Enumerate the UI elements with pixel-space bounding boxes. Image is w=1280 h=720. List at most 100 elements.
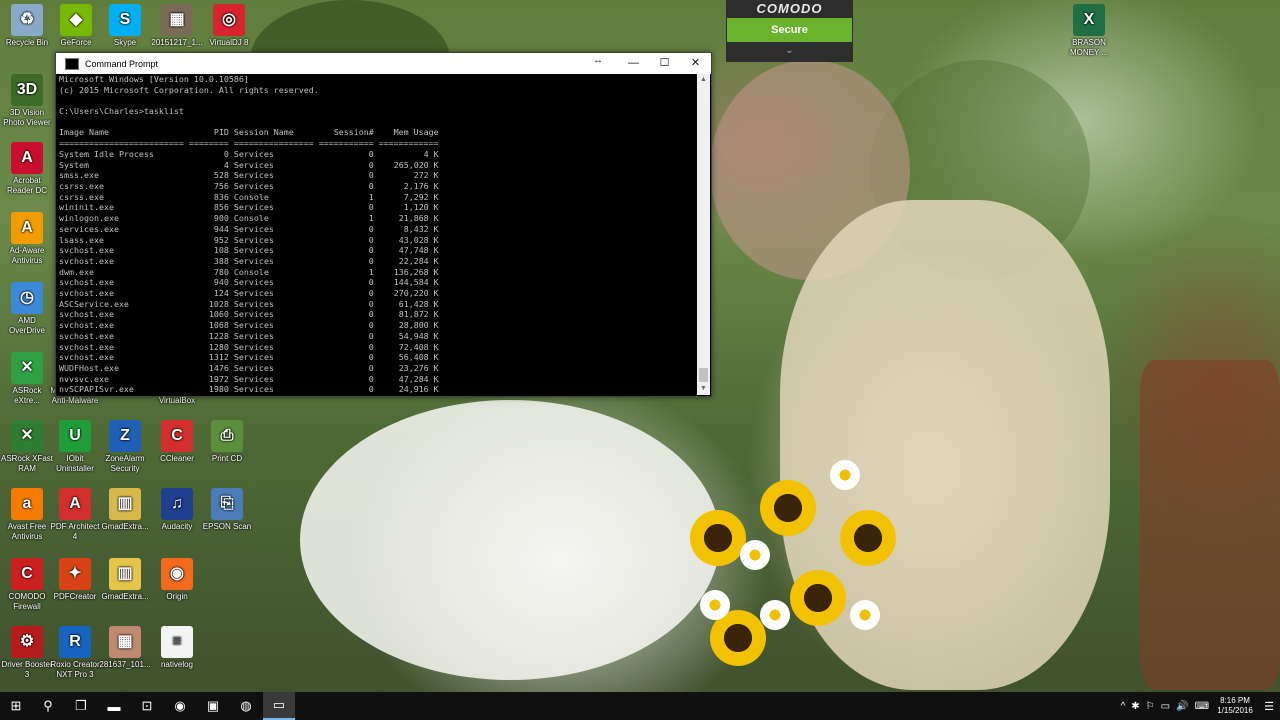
desktop-icon[interactable]: ◉ Origin xyxy=(150,558,204,602)
tray-icon[interactable]: ✱ xyxy=(1131,701,1139,712)
chevron-down-icon[interactable]: ⌄ xyxy=(726,42,853,60)
process-row: dwm.exe 780 Console 1 136,268 K xyxy=(59,267,696,278)
desktop-icon[interactable]: ⚙ Driver Booster 3 xyxy=(0,626,54,680)
desktop-icon[interactable]: A Ad-Aware Antivirus xyxy=(0,212,54,266)
steam-button[interactable]: ◍ xyxy=(230,692,262,720)
desktop-icon[interactable]: A PDF Architect 4 xyxy=(48,488,102,542)
process-pid: 124 xyxy=(183,288,229,299)
comodo-widget[interactable]: COMODO Secure ⌄ xyxy=(726,0,853,62)
process-session-name: Services xyxy=(228,234,319,245)
process-session-number: 0 xyxy=(318,159,374,170)
desktop-icon[interactable]: ▦ 281637_101... xyxy=(98,626,152,670)
tray-icon[interactable]: ⚐ xyxy=(1146,701,1155,712)
command-prompt-window[interactable]: Command Prompt ↔ — ☐ ✕ Microsoft Windows… xyxy=(55,52,712,397)
file-explorer-button[interactable]: ▬ xyxy=(98,692,130,720)
window-titlebar[interactable]: Command Prompt ↔ — ☐ ✕ xyxy=(56,53,711,74)
desktop-icon[interactable]: ✕ ASRock XFast RAM xyxy=(0,420,54,474)
origin-icon: ◉ xyxy=(161,558,193,590)
process-row: nvSCPAPISvr.exe 1980 Services 0 24,916 K xyxy=(59,384,696,395)
tray-icon[interactable]: ^ xyxy=(1121,701,1126,712)
process-session-number: 1 xyxy=(318,191,374,202)
process-session-name: Console xyxy=(228,191,319,202)
tray-icon[interactable]: ▭ xyxy=(1161,701,1170,712)
search-button[interactable]: ⚲ xyxy=(32,692,64,720)
process-name: smss.exe xyxy=(59,170,184,181)
minimize-button[interactable]: — xyxy=(618,53,649,74)
task-view-button[interactable]: ❐ xyxy=(65,692,97,720)
desktop-icon-label: CCleaner xyxy=(160,454,194,463)
vertical-scrollbar[interactable]: ▲ ▼ xyxy=(697,74,710,395)
desktop-icon[interactable]: 3D 3D Vision Photo Viewer xyxy=(0,74,54,128)
desktop-icon[interactable]: X BRASON MONEY ... xyxy=(1062,4,1116,58)
desktop-icon-label: COMODO Firewall xyxy=(8,592,46,611)
desktop-icon-label: IObit Uninstaller xyxy=(56,454,94,473)
desktop-icon[interactable]: C COMODO Firewall xyxy=(0,558,54,612)
desktop-icon[interactable]: ⎙ Print CD xyxy=(200,420,254,464)
process-pid: 940 xyxy=(183,277,229,288)
process-session-number: 0 xyxy=(318,288,374,299)
desktop-icon[interactable]: U IObit Uninstaller xyxy=(48,420,102,474)
desktop-icon[interactable]: R Roxio Creator NXT Pro 3 xyxy=(48,626,102,680)
desktop-icon[interactable]: C CCleaner xyxy=(150,420,204,464)
desktop-icon[interactable]: ♫ Audacity xyxy=(150,488,204,532)
scrollbar-thumb[interactable] xyxy=(699,368,708,382)
process-pid: 756 xyxy=(183,181,229,191)
app-button[interactable]: ▣ xyxy=(197,692,229,720)
process-row: svchost.exe 388 Services 0 22,284 K xyxy=(59,256,696,267)
process-name: nvvsvc.exe xyxy=(59,373,184,384)
desktop-icon[interactable]: Z ZoneAlarm Security xyxy=(98,420,152,474)
desktop-icon[interactable]: ♻ Recycle Bin xyxy=(0,4,54,48)
chrome-button[interactable]: ◉ xyxy=(164,692,196,720)
scroll-up-icon[interactable]: ▲ xyxy=(697,74,710,86)
desktop-icon[interactable]: ◆ GeForce xyxy=(49,4,103,48)
process-session-number: 1 xyxy=(318,266,374,277)
desktop-icon[interactable]: ✦ PDFCreator xyxy=(48,558,102,602)
process-row: csrss.exe 756 Services 0 2,176 K xyxy=(59,181,696,192)
desktop-icon[interactable]: ◷ AMD OverDrive xyxy=(0,282,54,336)
process-pid: 780 xyxy=(183,266,229,277)
zonealarm-icon: Z xyxy=(109,420,141,452)
process-name: wininit.exe xyxy=(59,202,184,213)
desktop-icon[interactable]: ◎ VirtualDJ 8 xyxy=(202,4,256,48)
close-button[interactable]: ✕ xyxy=(680,53,711,74)
clock[interactable]: 8:16 PM 1/15/2016 xyxy=(1212,696,1258,716)
process-name: lsass.exe xyxy=(59,234,184,245)
process-name: svchost.exe xyxy=(59,309,184,320)
process-name: svchost.exe xyxy=(59,352,184,363)
console-output[interactable]: Microsoft Windows [Version 10.0.10586] (c… xyxy=(59,74,696,395)
window-title: Command Prompt xyxy=(85,58,159,69)
process-mem-usage: 56,408 K xyxy=(373,352,439,363)
desktop-icon[interactable]: ≡ nativelog xyxy=(150,626,204,670)
desktop-icon[interactable]: ▥ GmadExtra... xyxy=(98,488,152,532)
process-mem-usage: 270,220 K xyxy=(373,288,439,299)
desktop-icon-label: nativelog xyxy=(160,660,194,669)
desktop-icon-label: 20151217_1... xyxy=(151,38,203,47)
desktop-icon[interactable]: a Avast Free Antivirus xyxy=(0,488,54,542)
desktop-icon[interactable]: S Skype xyxy=(98,4,152,48)
photo-thumbnail-icon: ▦ xyxy=(161,4,193,36)
desktop-icon-label: Driver Booster 3 xyxy=(1,660,53,679)
process-pid: 1060 xyxy=(183,309,229,320)
action-center-icon[interactable]: ☰ xyxy=(1258,700,1280,713)
start-button[interactable]: ⊞ xyxy=(0,692,32,720)
process-pid: 900 xyxy=(183,213,229,224)
asrock-xfast-icon: ✕ xyxy=(11,420,43,452)
desktop-icon[interactable]: ✕ ASRock eXtre... xyxy=(0,352,54,406)
maximize-button[interactable]: ☐ xyxy=(649,53,680,74)
desktop-icon[interactable]: ▦ 20151217_1... xyxy=(150,4,204,48)
desktop-icon[interactable]: ▥ GmadExtra... xyxy=(98,558,152,602)
process-row: svchost.exe 124 Services 0 270,220 K xyxy=(59,288,696,299)
process-row: svchost.exe 1312 Services 0 56,408 K xyxy=(59,352,696,363)
desktop-icon[interactable]: ⎘ EPSON Scan xyxy=(200,488,254,532)
desktop-icon[interactable]: A Acrobat Reader DC xyxy=(0,142,54,196)
skype-icon: S xyxy=(109,4,141,36)
process-row: svchost.exe 1068 Services 0 28,800 K xyxy=(59,320,696,331)
comodo-status-badge[interactable]: Secure xyxy=(727,18,852,42)
tray-icon[interactable]: ⌨ xyxy=(1195,701,1209,712)
process-pid: 1312 xyxy=(183,352,229,363)
store-button[interactable]: ⊡ xyxy=(131,692,163,720)
desktop-icon-label: 3D Vision Photo Viewer xyxy=(3,108,51,127)
tray-icon[interactable]: 🔊 xyxy=(1176,701,1188,712)
command-prompt-taskbar-button[interactable]: ▭ xyxy=(263,692,295,720)
scroll-down-icon[interactable]: ▼ xyxy=(697,383,710,395)
